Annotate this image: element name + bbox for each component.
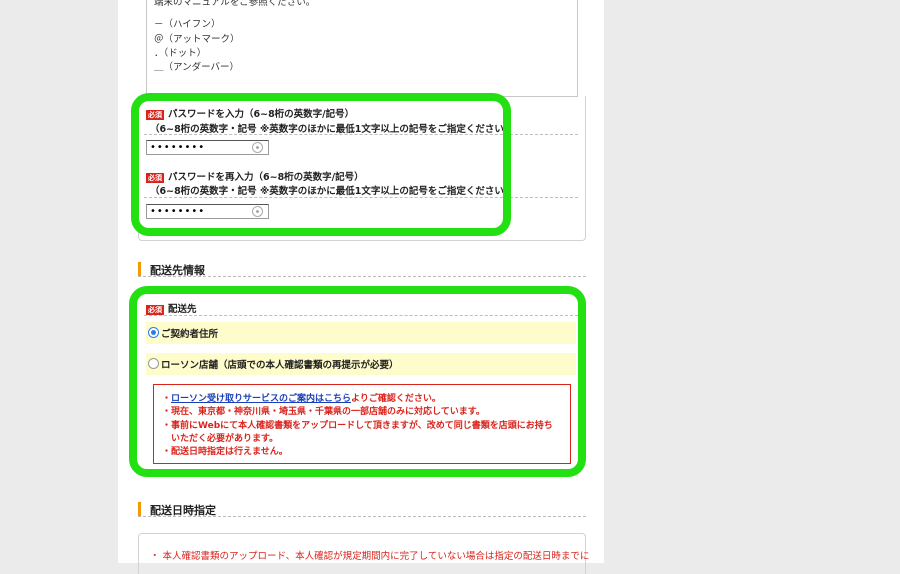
delivery-section-header: 配送先情報 xyxy=(138,262,586,277)
memo-char-hyphen: －（ハイフン） xyxy=(154,19,221,30)
memo-char-underscore: ＿（アンダーバー） xyxy=(154,62,240,73)
password-highlight-frame xyxy=(131,93,511,236)
memo-line: 端末のマニュアルをご参照ください。 xyxy=(154,0,316,8)
memo-char-at: ＠（アットマーク） xyxy=(154,34,240,45)
delivery-highlight-frame xyxy=(129,286,586,477)
section-accent-bar xyxy=(138,262,141,276)
delivery-date-section-title: 配送日時指定 xyxy=(150,504,216,517)
memo-char-dot: ．（ドット） xyxy=(154,48,207,59)
delivery-date-note: ・ 本人確認書類のアップロード、本人確認が規定期間内に完了していない場合は指定の… xyxy=(150,551,590,562)
delivery-section-title: 配送先情報 xyxy=(150,264,205,277)
section-accent-bar xyxy=(138,502,141,516)
memo-textbox xyxy=(146,0,578,97)
delivery-date-section-header: 配送日時指定 xyxy=(138,502,586,517)
